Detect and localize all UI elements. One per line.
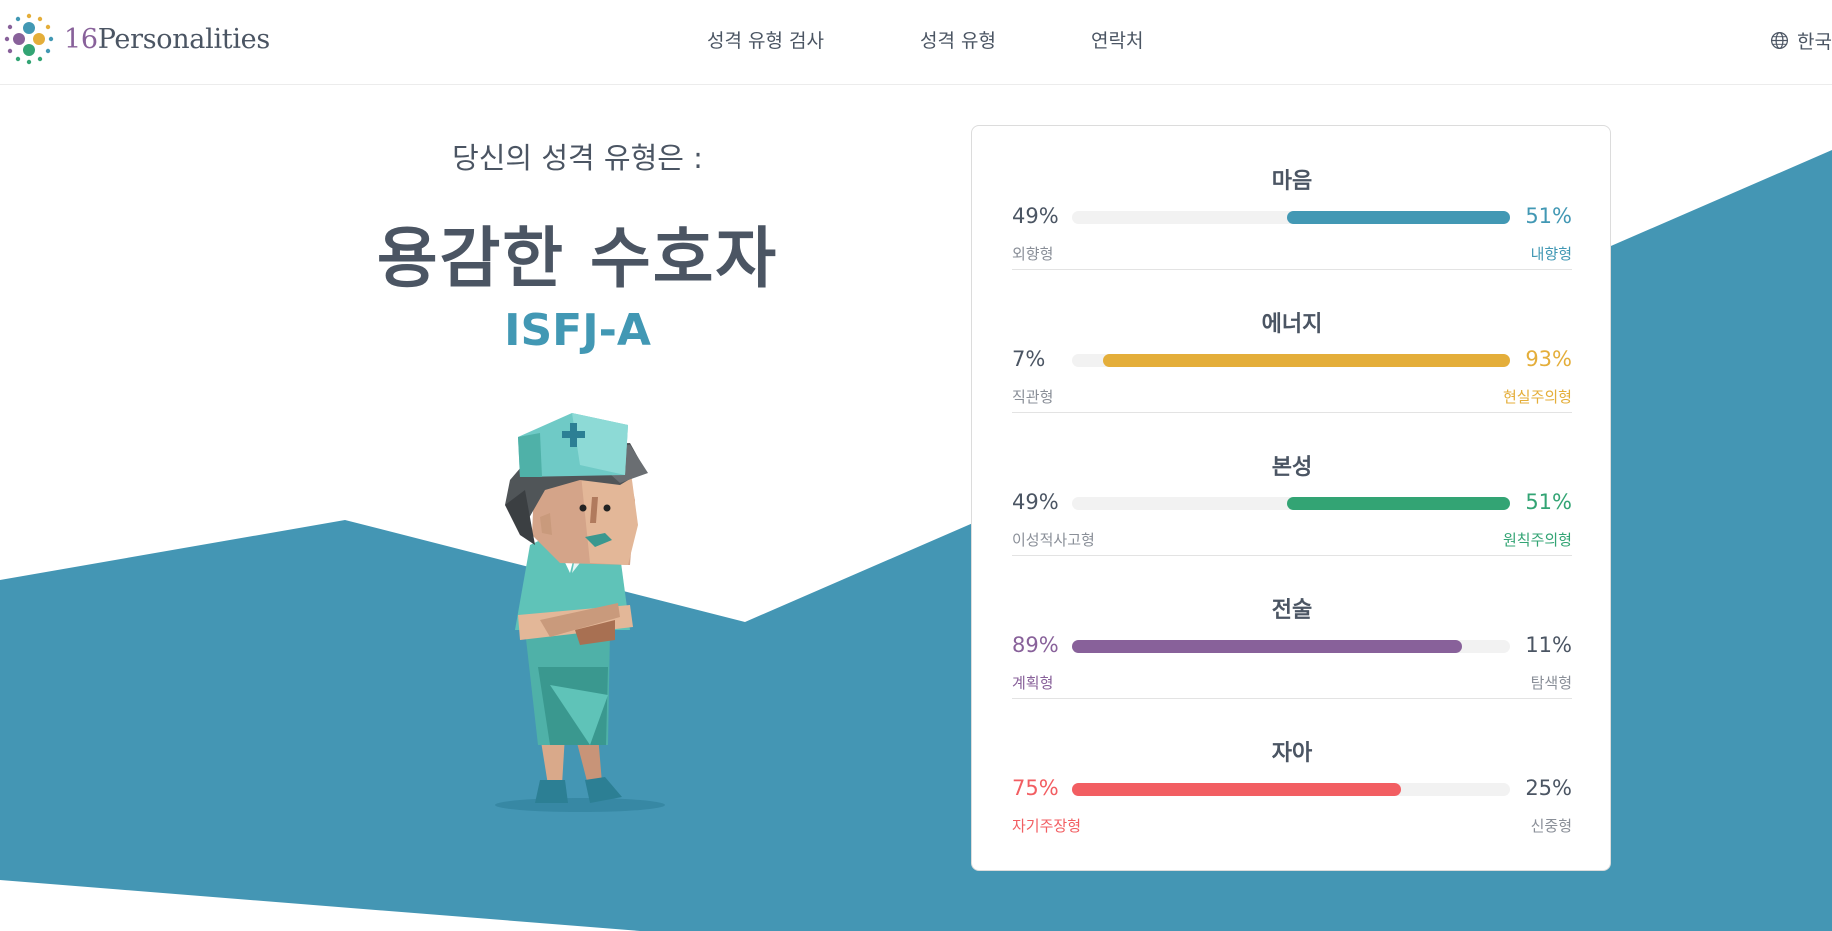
trait-bar-fill	[1287, 497, 1510, 510]
trait-left-label: 외향형	[1012, 245, 1054, 263]
trait-row: 전술 89% 11% 계획형 탐색형	[1012, 555, 1572, 698]
personality-type-code: ISFJ-A	[504, 305, 651, 356]
trait-title: 마음	[1271, 169, 1313, 194]
trait-left-percent: 7%	[1012, 347, 1046, 371]
trait-left-percent: 49%	[1012, 490, 1059, 514]
trait-bar-fill	[1103, 354, 1510, 367]
result-intro: 당신의 성격 유형은 :	[452, 141, 703, 175]
page: 16Personalities 성격 유형 검사 성격 유형 연락처 한국 당신…	[0, 0, 1832, 931]
trait-left-percent: 75%	[1012, 776, 1059, 800]
trait-right-label: 신중형	[1530, 817, 1572, 835]
trait-bar-track	[1072, 640, 1510, 653]
nav-personality-test[interactable]: 성격 유형 검사	[707, 26, 824, 53]
trait-title: 전술	[1271, 598, 1313, 623]
trait-bar-fill	[1072, 783, 1401, 796]
trait-right-percent: 25%	[1525, 776, 1572, 800]
trait-right-label: 탐색형	[1530, 674, 1572, 692]
trait-bar-track	[1072, 497, 1510, 510]
personality-traits-card: 마음 49% 51% 외향형 내향형 에너지 7% 93% 직관형 현실주의형 …	[971, 125, 1611, 871]
trait-right-label: 원칙주의형	[1502, 531, 1572, 549]
globe-icon	[1770, 31, 1789, 50]
defender-character-illustration	[495, 413, 665, 812]
nav-contact[interactable]: 연락처	[1091, 26, 1143, 53]
trait-title: 에너지	[1261, 312, 1323, 337]
trait-left-percent: 89%	[1012, 633, 1059, 657]
trait-right-percent: 93%	[1525, 347, 1572, 371]
trait-bar-track	[1072, 211, 1510, 224]
trait-right-label: 현실주의형	[1502, 388, 1572, 406]
trait-row: 에너지 7% 93% 직관형 현실주의형	[1012, 269, 1572, 412]
trait-left-percent: 49%	[1012, 204, 1059, 228]
language-selector[interactable]: 한국	[1770, 27, 1832, 54]
trait-left-label: 자기주장형	[1012, 817, 1082, 835]
trait-right-label: 내향형	[1530, 245, 1572, 263]
trait-right-percent: 51%	[1525, 204, 1572, 228]
trait-bar-track	[1072, 783, 1510, 796]
trait-bar-fill	[1072, 640, 1462, 653]
trait-left-label: 이성적사고형	[1012, 531, 1095, 549]
trait-bar-fill	[1287, 211, 1510, 224]
trait-left-label: 직관형	[1012, 388, 1054, 406]
trait-title: 자아	[1271, 741, 1313, 766]
trait-title: 본성	[1271, 455, 1313, 480]
main-nav: 성격 유형 검사 성격 유형 연락처	[0, 26, 1832, 56]
personality-type-name: 용감한 수호자	[376, 220, 779, 297]
language-label: 한국	[1797, 31, 1832, 53]
trait-row: 자아 75% 25% 자기주장형 신중형	[1012, 698, 1572, 841]
trait-right-percent: 51%	[1525, 490, 1572, 514]
trait-left-label: 계획형	[1012, 674, 1054, 692]
trait-right-percent: 11%	[1525, 633, 1572, 657]
trait-row: 본성 49% 51% 이성적사고형 원칙주의형	[1012, 412, 1572, 555]
trait-bar-track	[1072, 354, 1510, 367]
trait-row: 마음 49% 51% 외향형 내향형	[1012, 126, 1572, 269]
nav-personality-types[interactable]: 성격 유형	[920, 26, 996, 53]
site-header: 16Personalities 성격 유형 검사 성격 유형 연락처 한국	[0, 0, 1832, 85]
